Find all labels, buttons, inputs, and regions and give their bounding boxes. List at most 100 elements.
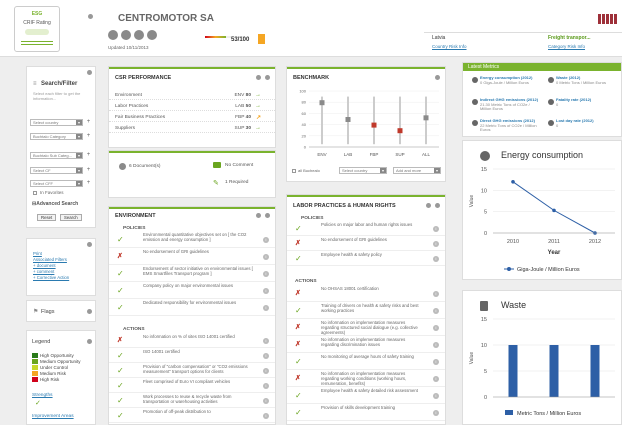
house-icon[interactable] (147, 30, 157, 40)
benchmark-country-select[interactable]: Select country ▾ (339, 167, 387, 174)
advanced-search-link[interactable]: ⊟Advanced Search (32, 201, 78, 207)
item-row[interactable]: ✗ No information on implementation measur… (287, 370, 445, 387)
info-icon[interactable]: i (433, 307, 439, 314)
select-cf[interactable]: Select CF ▾ (30, 167, 83, 174)
add-cf-button[interactable]: + (85, 167, 92, 174)
associated-filters-link[interactable]: Associated Filters (33, 257, 67, 262)
item-row[interactable]: ✓ Promotion of off-peak distribution to i (109, 408, 275, 423)
item-row[interactable]: ✓ Employee health & safety detailed risk … (287, 387, 445, 404)
item-row[interactable]: ✗ No information on implementation measur… (287, 336, 445, 353)
item-row[interactable]: ✓ Environmental quantitative objectives s… (109, 231, 275, 248)
csr-settings-icon[interactable] (265, 75, 270, 80)
metric-direct-ghg[interactable]: Direct GHG emissions (2012) 22 Metric Ton… (480, 118, 542, 133)
item-row[interactable]: ✓ No monitoring of average hours of safet… (287, 353, 445, 370)
item-row[interactable]: ✓ Endorsement of sector initiative on env… (109, 265, 275, 282)
item-row[interactable]: ✓ Employee health & safety policy i (287, 251, 445, 266)
people-icon[interactable] (134, 30, 144, 40)
environment-gear-icon[interactable] (256, 213, 261, 218)
info-icon[interactable]: i (433, 341, 439, 348)
item-row[interactable]: ✓ Dedicated responsibility for environmen… (109, 299, 275, 316)
item-row[interactable]: ✓ Training of drivers on health & safety … (287, 302, 445, 319)
item-row[interactable]: ✗ No endorsement of GRI guidelines i (287, 236, 445, 251)
info-icon[interactable]: i (433, 324, 439, 331)
csr-row-labor[interactable]: Labor Practices LAB 50 → (109, 102, 275, 111)
select-subcategory[interactable]: Buchtalo Sub Categ... ▾ (30, 152, 83, 159)
info-icon[interactable]: i (433, 240, 439, 247)
item-row[interactable]: ✓ Provision of skills development trainin… (287, 404, 445, 421)
csr-row-suppliers[interactable]: Suppliers SUP 30 → (109, 124, 275, 133)
info-icon[interactable]: i (263, 287, 269, 294)
required-label[interactable]: 1 Required (225, 180, 248, 185)
logo-badge[interactable]: ESG CRIF Rating (14, 6, 60, 52)
reset-button[interactable]: Reset (37, 214, 57, 221)
add-category-button[interactable]: + (85, 133, 92, 140)
info-icon[interactable]: i (263, 382, 269, 389)
item-row[interactable]: ✓ Provision of "carbon compensation" or "… (109, 363, 275, 378)
info-icon[interactable]: i (433, 375, 439, 382)
metric-waste[interactable]: Waste (2012) 0 Metric Tons / Million Euro… (556, 75, 618, 85)
info-icon[interactable]: i (263, 367, 269, 374)
category-risk-link[interactable]: Category Risk Info (548, 44, 585, 49)
item-row[interactable]: ✓ Work processes to reuse & recycle waste… (109, 393, 275, 408)
benchmark-gear-icon[interactable] (435, 75, 440, 80)
environment-settings-icon[interactable] (265, 213, 270, 218)
info-icon[interactable]: i (433, 255, 439, 262)
metric-energy[interactable]: Energy consumption (2012) 0 Giga-Joule / … (480, 75, 542, 85)
add-country-button[interactable]: + (85, 119, 92, 126)
add-comment-link[interactable]: + comment (33, 269, 54, 274)
info-icon[interactable]: i (263, 412, 269, 419)
flags-panel[interactable]: ⚑ Flags (26, 300, 96, 322)
filter-gear-icon[interactable] (87, 70, 92, 75)
benchmark-size-select[interactable]: Add and more ▾ (393, 167, 441, 174)
item-row[interactable]: ✗ No endorsement of GRI guidelines i (109, 248, 275, 265)
info-icon[interactable]: i (433, 358, 439, 365)
metric-indirect-ghg[interactable]: Indirect GHG emissions (2012) 21.30 Metri… (480, 97, 542, 112)
links-gear-icon[interactable] (87, 242, 92, 247)
item-row[interactable]: ✗ No information on implementation measur… (287, 319, 445, 336)
info-icon[interactable]: i (263, 253, 269, 260)
no-comment-label[interactable]: No Comment (225, 163, 253, 168)
improvement-areas-link[interactable]: Improvement Areas (32, 414, 74, 419)
favorites-checkbox[interactable] (33, 191, 37, 195)
item-row[interactable]: ✗ No information on % of sites ISO 14001 … (109, 333, 275, 348)
circle-icon[interactable] (121, 30, 131, 40)
select-cff[interactable]: Select CFF ▾ (30, 180, 83, 187)
country-risk-link[interactable]: Country Risk Info (432, 44, 467, 49)
info-icon[interactable]: i (263, 337, 269, 344)
select-country[interactable]: Select country ▾ (30, 119, 83, 126)
info-icon[interactable]: i (263, 304, 269, 311)
add-document-link[interactable]: + document (33, 263, 56, 268)
globe-icon[interactable] (108, 30, 118, 40)
labor-gear-icon[interactable] (426, 203, 431, 208)
info-icon[interactable]: i (263, 397, 269, 404)
info-icon[interactable]: i (263, 352, 269, 359)
item-row[interactable]: ✗ No OHSAS 18001 certification i (287, 285, 445, 302)
metric-lost-day-rate[interactable]: Lost day rate (2012) 0 (556, 118, 618, 128)
select-category[interactable]: Buchtalo Category ▾ (30, 133, 83, 140)
labor-settings-icon[interactable] (435, 203, 440, 208)
item-row[interactable]: ✓ ISO 14001 certified i (109, 348, 275, 363)
item-row[interactable]: ✓ Fleet comprised of Euro VI compliant ve… (109, 378, 275, 393)
info-icon[interactable]: i (263, 270, 269, 277)
add-subcategory-button[interactable]: + (85, 152, 92, 159)
legend-info-icon[interactable] (87, 339, 92, 344)
metric-fatality-rate[interactable]: Fatality rate (2012) 0 (556, 97, 618, 107)
search-button[interactable]: Search (60, 214, 82, 221)
add-corrective-action-link[interactable]: + Corrective Action (33, 275, 69, 280)
csr-row-environment[interactable]: Environment ENV 80 → (109, 91, 275, 100)
flags-gear-icon[interactable] (87, 309, 92, 314)
info-icon[interactable]: i (433, 392, 439, 399)
csr-gear-icon[interactable] (256, 75, 261, 80)
print-link[interactable]: Print (33, 251, 42, 256)
item-row[interactable]: ✓ Policies on major labor and human right… (287, 221, 445, 236)
benchmark-filter-checkbox[interactable] (292, 169, 296, 173)
item-row[interactable]: ✓ Company policy on major environmental i… (109, 282, 275, 299)
csr-row-fair-business[interactable]: Fair Business Practices FBP 40 ↗ (109, 113, 275, 122)
documents-link[interactable]: 6 Document(s) (129, 164, 160, 169)
info-icon[interactable]: i (433, 290, 439, 297)
strengths-link[interactable]: Strengths (32, 393, 53, 398)
logo-gear-icon[interactable] (88, 14, 93, 19)
info-icon[interactable]: i (433, 225, 439, 232)
add-cff-button[interactable]: + (85, 180, 92, 187)
info-icon[interactable]: i (263, 236, 269, 243)
